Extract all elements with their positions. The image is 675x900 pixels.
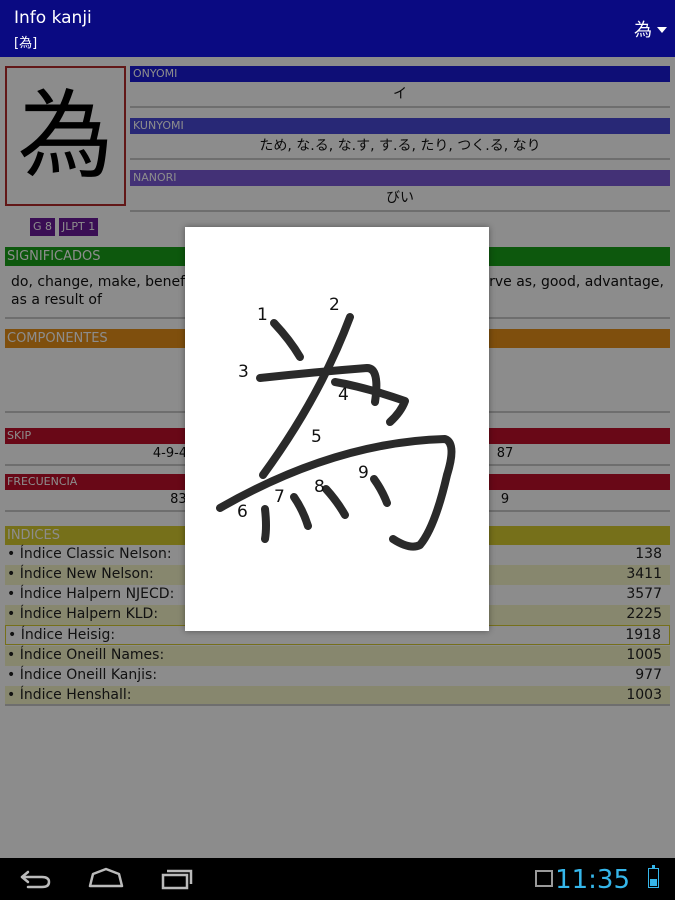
kanji-spinner[interactable]: 為: [634, 16, 667, 42]
stroke-1: [270, 319, 304, 361]
kanji-spinner-value: 為: [634, 20, 652, 41]
stroke-6: [261, 505, 270, 543]
stroke-number-9: 9: [358, 463, 369, 483]
recents-icon: [161, 869, 193, 890]
stroke-order-dialog[interactable]: 1 2 3 4 5 6 7 8 9: [185, 227, 489, 631]
stroke-order-diagram: [216, 313, 456, 551]
app-subtitle: [為]: [14, 36, 38, 51]
recents-button[interactable]: [157, 866, 197, 892]
stroke-2: [259, 313, 354, 479]
stroke-number-1: 1: [257, 305, 268, 325]
battery-icon: [648, 865, 659, 888]
chevron-down-icon: [657, 27, 667, 33]
action-bar: Info kanji [為] 為: [0, 0, 675, 57]
home-button[interactable]: [86, 866, 126, 892]
stroke-number-6: 6: [237, 502, 248, 522]
status-clock: 11:35: [555, 865, 630, 895]
back-icon: [20, 870, 51, 889]
gallery-icon: [535, 870, 553, 887]
stroke-number-7: 7: [274, 487, 285, 507]
stroke-number-2: 2: [329, 295, 340, 315]
home-icon: [88, 867, 124, 888]
stroke-9: [370, 475, 391, 507]
stroke-number-3: 3: [238, 362, 249, 382]
app-title: Info kanji: [14, 8, 92, 28]
stroke-number-8: 8: [314, 477, 325, 497]
system-nav-bar: 11:35: [0, 858, 675, 900]
stroke-7: [290, 493, 312, 530]
stroke-5: [216, 435, 456, 551]
stroke-number-4: 4: [338, 385, 349, 405]
stroke-number-5: 5: [311, 427, 322, 447]
back-button[interactable]: [16, 866, 56, 892]
stroke-8: [322, 485, 349, 519]
